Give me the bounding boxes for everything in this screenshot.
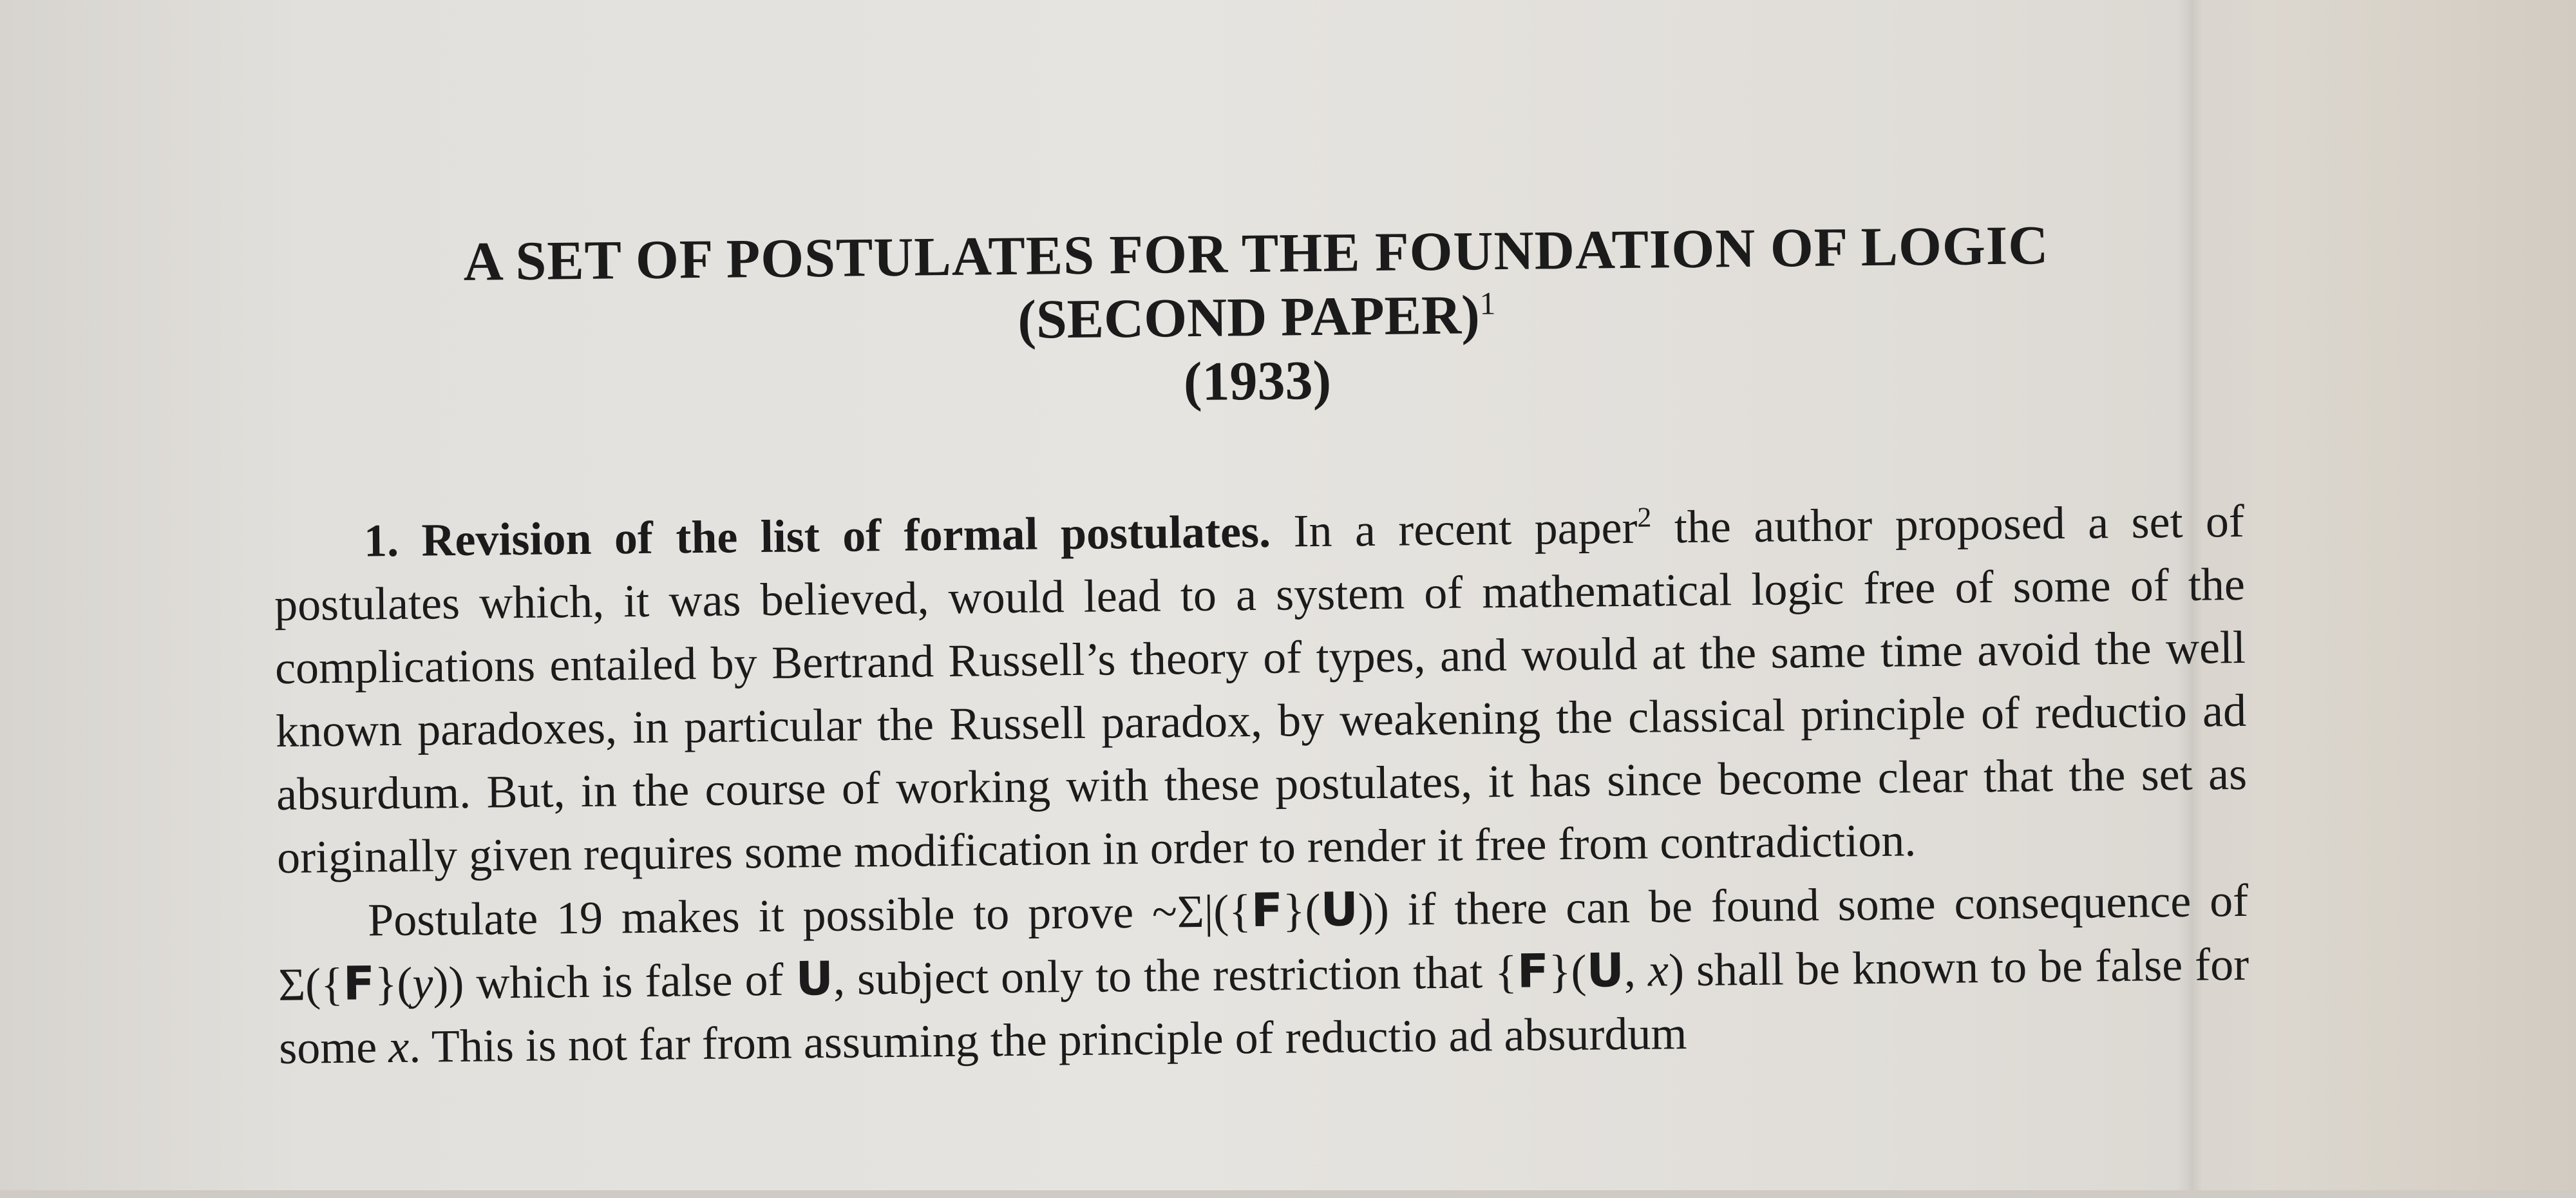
p2-text-h: , <box>1624 944 1649 996</box>
p2-text-e: )) which is false of <box>432 953 796 1009</box>
math-symbol-F: F <box>1517 943 1549 998</box>
math-var-y: y <box>412 957 433 1009</box>
p2-text-b: }( <box>1282 884 1321 937</box>
math-symbol-F: F <box>1251 882 1283 937</box>
page-content: A SET OF POSTULATES FOR THE FOUNDATION O… <box>270 211 2251 1198</box>
body-text: 1. Revision of the list of formal postul… <box>273 480 2249 1079</box>
math-symbol-U: U <box>795 951 834 1006</box>
footnote-marker-2: 2 <box>1637 501 1652 533</box>
math-symbol-F: F <box>343 956 375 1011</box>
section-heading: Revision of the list of formal postulate… <box>421 505 1271 566</box>
p2-text-j: . This is not far from assuming the prin… <box>408 1007 1687 1072</box>
math-symbol-U: U <box>1586 942 1625 998</box>
footnote-marker-1: 1 <box>1479 285 1496 321</box>
math-var-x: x <box>1647 944 1669 996</box>
p2-text-g: }( <box>1548 945 1587 997</box>
paragraph-2: Postulate 19 makes it possible to prove … <box>278 868 2250 1079</box>
p2-text-f: , subject only to the restriction that { <box>833 946 1518 1005</box>
p2-text-a: Postulate 19 makes it possible to prove … <box>367 884 1252 946</box>
paragraph-1: 1. Revision of the list of formal postul… <box>273 480 2248 889</box>
math-var-x: x <box>388 1020 410 1072</box>
section-number: 1. <box>363 514 399 567</box>
title-subtitle: (SECOND PAPER) <box>1017 283 1481 350</box>
book-page: A SET OF POSTULATES FOR THE FOUNDATION O… <box>0 0 2576 1190</box>
paper-title: A SET OF POSTULATES FOR THE FOUNDATION O… <box>270 211 2243 423</box>
p2-text-d: }( <box>374 957 413 1010</box>
math-symbol-U: U <box>1320 882 1359 937</box>
paragraph-1-text-a: In a recent paper <box>1270 501 1638 557</box>
